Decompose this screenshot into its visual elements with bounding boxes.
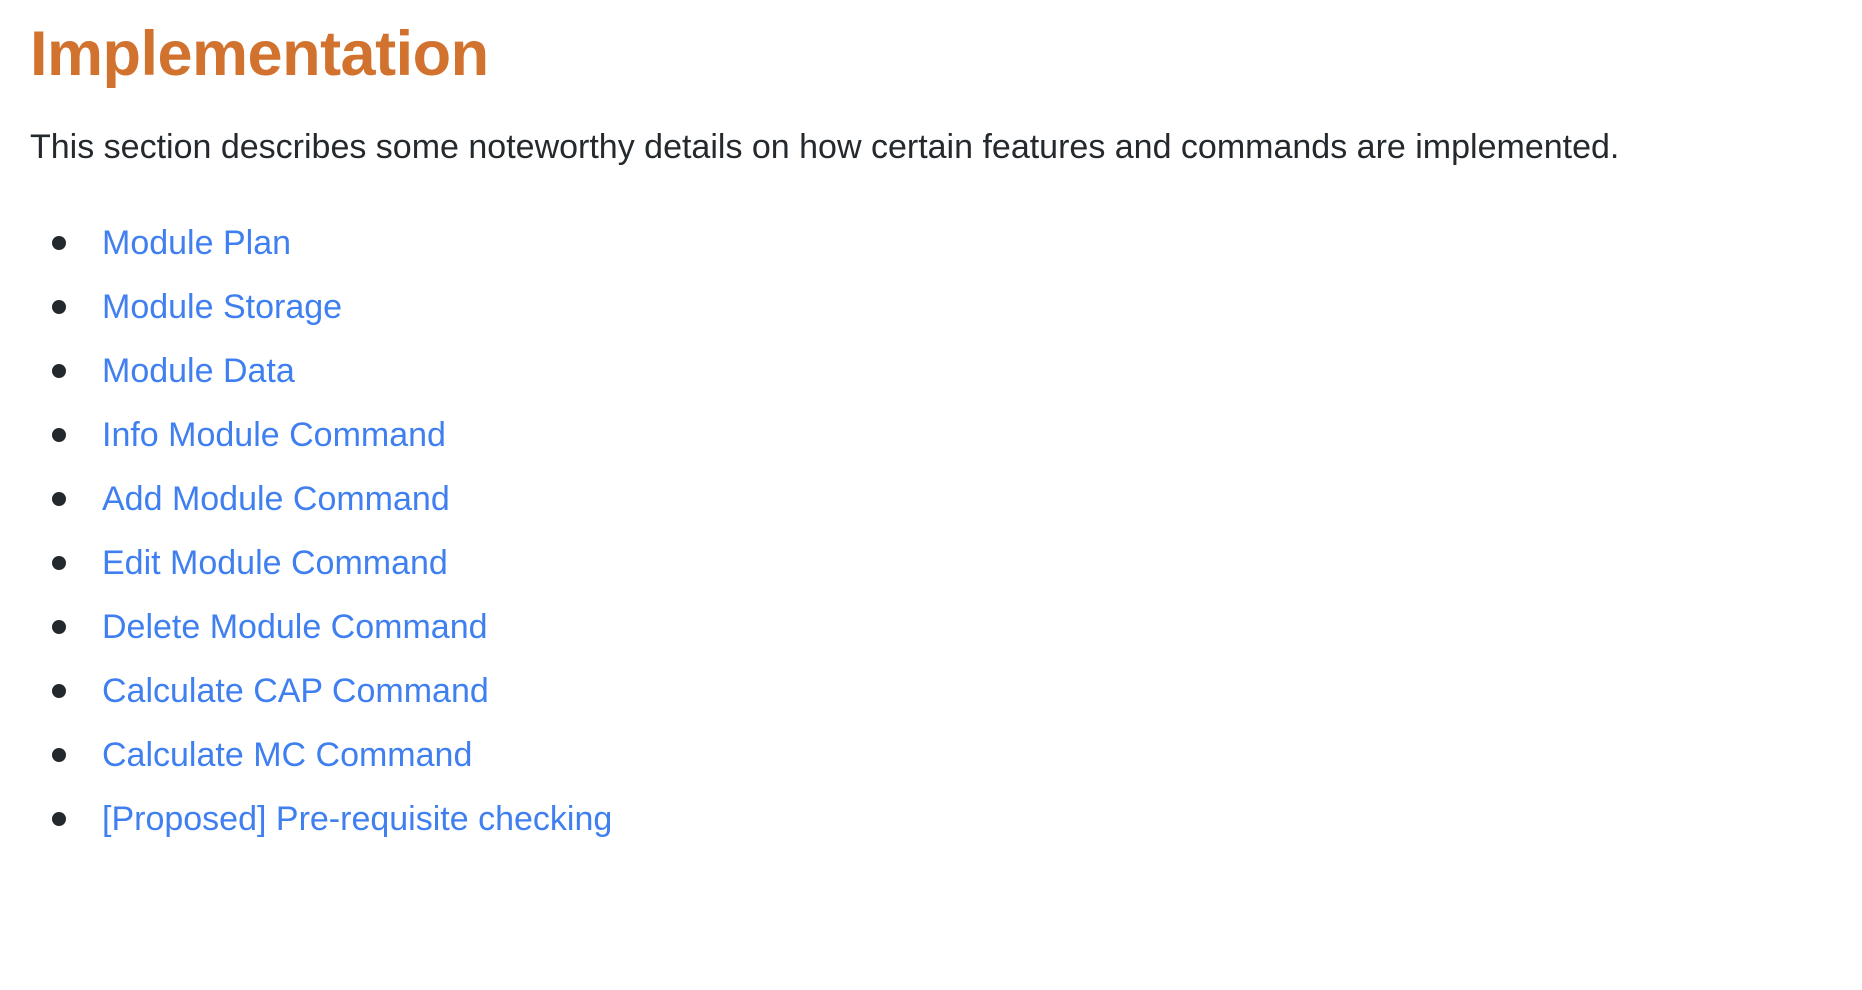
list-item: Module Data xyxy=(30,339,1862,403)
toc-link-module-plan[interactable]: Module Plan xyxy=(102,224,291,262)
list-item: Module Storage xyxy=(30,275,1862,339)
toc-link-module-data[interactable]: Module Data xyxy=(102,352,295,390)
page-title: Implementation xyxy=(30,19,489,89)
bullet-icon xyxy=(52,556,66,571)
toc-link-edit-module-command[interactable]: Edit Module Command xyxy=(102,544,448,582)
document-page: Implementation This section describes so… xyxy=(0,0,1862,990)
toc-link-calculate-cap-command[interactable]: Calculate CAP Command xyxy=(102,672,489,710)
list-item: Module Plan xyxy=(30,211,1862,275)
bullet-icon xyxy=(52,492,66,507)
toc-link-proposed-pre-requisite-checking[interactable]: [Proposed] Pre-requisite checking xyxy=(102,800,612,838)
bullet-icon xyxy=(52,684,66,699)
bullet-icon xyxy=(52,620,66,635)
bullet-icon xyxy=(52,812,66,827)
list-item: Calculate MC Command xyxy=(30,723,1862,787)
list-item: Calculate CAP Command xyxy=(30,659,1862,723)
bullet-icon xyxy=(52,236,66,251)
bullet-icon xyxy=(52,428,66,443)
toc-link-calculate-mc-command[interactable]: Calculate MC Command xyxy=(102,736,472,774)
toc-link-delete-module-command[interactable]: Delete Module Command xyxy=(102,608,488,646)
list-item: Add Module Command xyxy=(30,467,1862,531)
list-item: [Proposed] Pre-requisite checking xyxy=(30,787,1862,851)
list-item: Delete Module Command xyxy=(30,595,1862,659)
intro-paragraph: This section describes some noteworthy d… xyxy=(30,128,1620,167)
list-item: Edit Module Command xyxy=(30,531,1862,595)
bullet-icon xyxy=(52,748,66,763)
toc-link-add-module-command[interactable]: Add Module Command xyxy=(102,480,450,518)
toc-link-module-storage[interactable]: Module Storage xyxy=(102,288,342,326)
implementation-toc-list: Module Plan Module Storage Module Data I… xyxy=(30,179,1862,851)
bullet-icon xyxy=(52,300,66,315)
toc-link-info-module-command[interactable]: Info Module Command xyxy=(102,416,446,454)
list-item: Info Module Command xyxy=(30,403,1862,467)
bullet-icon xyxy=(52,364,66,379)
